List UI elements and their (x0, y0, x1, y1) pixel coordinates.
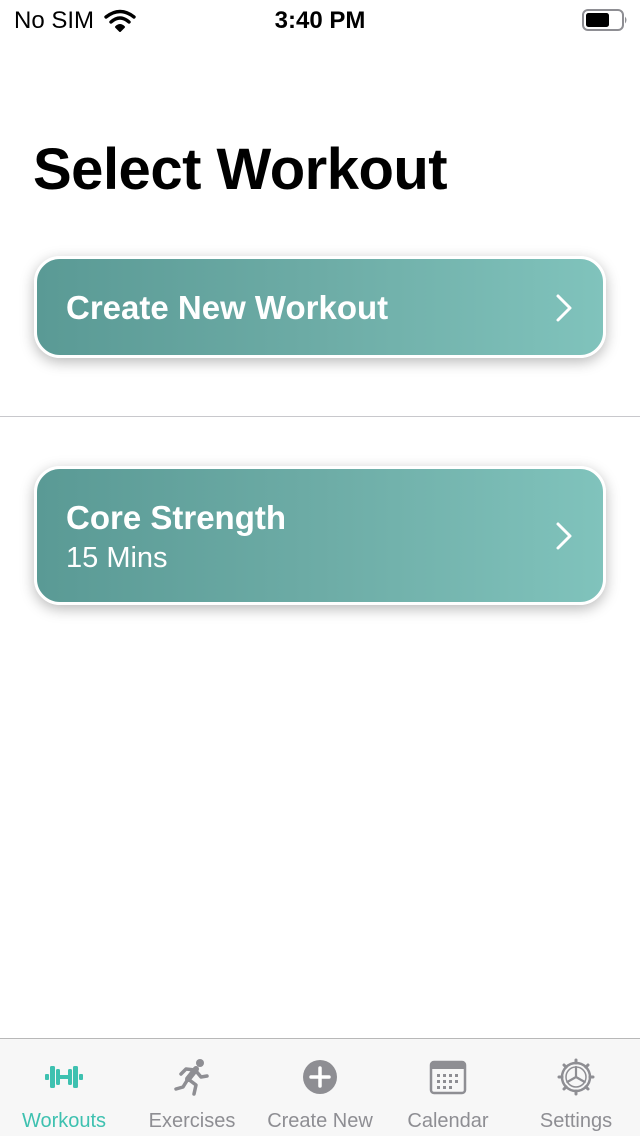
plus-circle-icon (303, 1060, 337, 1094)
create-new-workout-button[interactable]: Create New Workout (34, 256, 606, 358)
tab-label-calendar: Calendar (407, 1110, 489, 1132)
tab-settings[interactable]: Settings (512, 1039, 640, 1137)
status-bar: No SIM 3:40 PM (0, 0, 640, 40)
tab-label-exercises: Exercises (148, 1110, 236, 1132)
tab-exercises[interactable]: Exercises (128, 1039, 256, 1137)
create-new-workout-label: Create New Workout (66, 289, 389, 326)
chevron-right-icon (556, 294, 572, 322)
tab-label-workouts: Workouts (21, 1110, 107, 1132)
status-time: 3:40 PM (274, 7, 366, 34)
tab-create-new[interactable]: Create New (256, 1039, 384, 1137)
tab-label-settings: Settings (539, 1110, 613, 1132)
battery-icon (582, 9, 627, 31)
tab-label-create-new: Create New (267, 1110, 373, 1132)
workout-title: Core Strength (66, 499, 287, 536)
section-divider (0, 416, 640, 417)
workout-duration: 15 Mins (66, 542, 168, 574)
gear-icon (557, 1058, 595, 1096)
calendar-icon (429, 1060, 467, 1095)
tab-workouts[interactable]: Workouts (0, 1039, 128, 1137)
dumbbell-icon (45, 1066, 83, 1088)
page-title: Select Workout (33, 137, 448, 202)
chevron-right-icon (556, 522, 572, 550)
runner-icon (174, 1059, 209, 1096)
tab-bar: Workouts Exercises Create New Calendar S… (0, 1038, 640, 1136)
workout-card[interactable]: Core Strength 15 Mins (34, 466, 606, 605)
tab-calendar[interactable]: Calendar (384, 1039, 512, 1137)
